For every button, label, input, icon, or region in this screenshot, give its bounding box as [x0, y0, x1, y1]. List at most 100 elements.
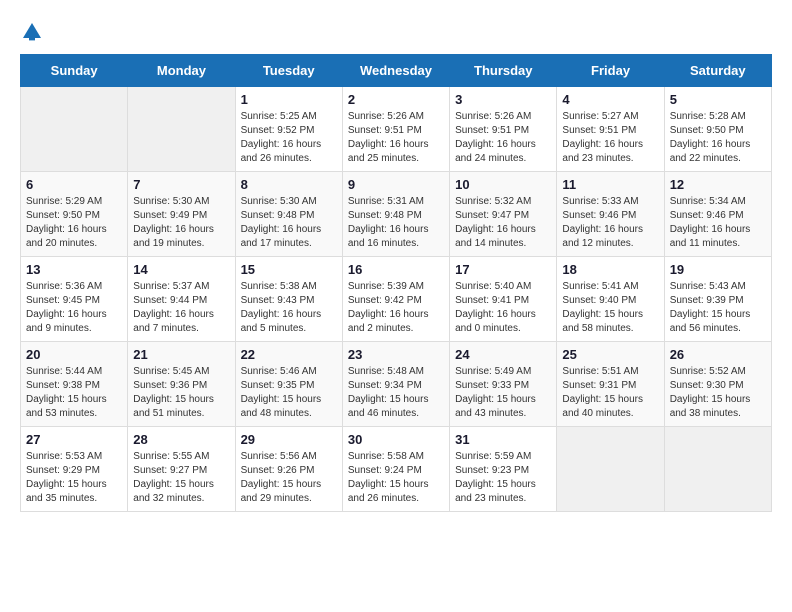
day-number: 27 [26, 432, 122, 447]
day-detail: Sunrise: 5:51 AM Sunset: 9:31 PM Dayligh… [562, 365, 658, 421]
calendar-cell: 23 Sunrise: 5:48 AM Sunset: 9:34 PM Dayli… [342, 342, 449, 427]
day-detail: Sunrise: 5:30 AM Sunset: 9:48 PM Dayligh… [241, 195, 337, 251]
day-number: 22 [241, 347, 337, 362]
calendar-cell: 25 Sunrise: 5:51 AM Sunset: 9:31 PM Dayli… [557, 342, 664, 427]
day-number: 9 [348, 177, 444, 192]
day-number: 28 [133, 432, 229, 447]
day-number: 5 [670, 92, 766, 107]
day-detail: Sunrise: 5:59 AM Sunset: 9:23 PM Dayligh… [455, 450, 551, 506]
calendar-cell: 5 Sunrise: 5:28 AM Sunset: 9:50 PM Daylig… [664, 87, 771, 172]
day-detail: Sunrise: 5:26 AM Sunset: 9:51 PM Dayligh… [348, 110, 444, 166]
day-number: 2 [348, 92, 444, 107]
week-row-2: 6 Sunrise: 5:29 AM Sunset: 9:50 PM Daylig… [21, 172, 772, 257]
day-detail: Sunrise: 5:32 AM Sunset: 9:47 PM Dayligh… [455, 195, 551, 251]
day-detail: Sunrise: 5:56 AM Sunset: 9:26 PM Dayligh… [241, 450, 337, 506]
calendar-cell: 11 Sunrise: 5:33 AM Sunset: 9:46 PM Dayli… [557, 172, 664, 257]
day-detail: Sunrise: 5:49 AM Sunset: 9:33 PM Dayligh… [455, 365, 551, 421]
calendar-cell: 12 Sunrise: 5:34 AM Sunset: 9:46 PM Dayli… [664, 172, 771, 257]
calendar-cell [128, 87, 235, 172]
day-detail: Sunrise: 5:34 AM Sunset: 9:46 PM Dayligh… [670, 195, 766, 251]
calendar-cell: 28 Sunrise: 5:55 AM Sunset: 9:27 PM Dayli… [128, 427, 235, 512]
day-detail: Sunrise: 5:38 AM Sunset: 9:43 PM Dayligh… [241, 280, 337, 336]
calendar-cell: 7Sunrise: 5:30 AM Sunset: 9:49 PM Daylig… [128, 172, 235, 257]
day-detail: Sunrise: 5:29 AM Sunset: 9:50 PM Dayligh… [26, 195, 122, 251]
day-detail: Sunrise: 5:27 AM Sunset: 9:51 PM Dayligh… [562, 110, 658, 166]
day-number: 1 [241, 92, 337, 107]
day-number: 26 [670, 347, 766, 362]
day-detail: Sunrise: 5:52 AM Sunset: 9:30 PM Dayligh… [670, 365, 766, 421]
day-number: 24 [455, 347, 551, 362]
day-detail: Sunrise: 5:31 AM Sunset: 9:48 PM Dayligh… [348, 195, 444, 251]
weekday-header-thursday: Thursday [450, 55, 557, 87]
calendar-cell: 14Sunrise: 5:37 AM Sunset: 9:44 PM Dayli… [128, 257, 235, 342]
generalblue-icon [20, 20, 44, 44]
calendar-cell: 26 Sunrise: 5:52 AM Sunset: 9:30 PM Dayli… [664, 342, 771, 427]
calendar-cell: 2 Sunrise: 5:26 AM Sunset: 9:51 PM Daylig… [342, 87, 449, 172]
day-number: 31 [455, 432, 551, 447]
calendar-cell [664, 427, 771, 512]
calendar-cell [21, 87, 128, 172]
day-number: 21 [133, 347, 229, 362]
calendar-cell: 1 Sunrise: 5:25 AM Sunset: 9:52 PM Daylig… [235, 87, 342, 172]
day-number: 13 [26, 262, 122, 277]
day-number: 4 [562, 92, 658, 107]
calendar-cell: 31 Sunrise: 5:59 AM Sunset: 9:23 PM Dayli… [450, 427, 557, 512]
day-detail: Sunrise: 5:33 AM Sunset: 9:46 PM Dayligh… [562, 195, 658, 251]
calendar-cell: 16 Sunrise: 5:39 AM Sunset: 9:42 PM Dayli… [342, 257, 449, 342]
week-row-5: 27 Sunrise: 5:53 AM Sunset: 9:29 PM Dayli… [21, 427, 772, 512]
day-detail: Sunrise: 5:28 AM Sunset: 9:50 PM Dayligh… [670, 110, 766, 166]
day-number: 8 [241, 177, 337, 192]
day-detail: Sunrise: 5:36 AM Sunset: 9:45 PM Dayligh… [26, 280, 122, 336]
day-detail: Sunrise: 5:26 AM Sunset: 9:51 PM Dayligh… [455, 110, 551, 166]
calendar-cell: 6 Sunrise: 5:29 AM Sunset: 9:50 PM Daylig… [21, 172, 128, 257]
weekday-header-sunday: Sunday [21, 55, 128, 87]
weekday-header-friday: Friday [557, 55, 664, 87]
week-row-4: 20Sunrise: 5:44 AM Sunset: 9:38 PM Dayli… [21, 342, 772, 427]
page-header [20, 20, 772, 44]
calendar-cell: 22 Sunrise: 5:46 AM Sunset: 9:35 PM Dayli… [235, 342, 342, 427]
day-number: 11 [562, 177, 658, 192]
day-detail: Sunrise: 5:58 AM Sunset: 9:24 PM Dayligh… [348, 450, 444, 506]
weekday-header-tuesday: Tuesday [235, 55, 342, 87]
calendar-cell: 4 Sunrise: 5:27 AM Sunset: 9:51 PM Daylig… [557, 87, 664, 172]
day-number: 16 [348, 262, 444, 277]
calendar-cell: 8 Sunrise: 5:30 AM Sunset: 9:48 PM Daylig… [235, 172, 342, 257]
calendar-cell: 18Sunrise: 5:41 AM Sunset: 9:40 PM Dayli… [557, 257, 664, 342]
day-detail: Sunrise: 5:39 AM Sunset: 9:42 PM Dayligh… [348, 280, 444, 336]
day-detail: Sunrise: 5:46 AM Sunset: 9:35 PM Dayligh… [241, 365, 337, 421]
calendar-cell: 19 Sunrise: 5:43 AM Sunset: 9:39 PM Dayli… [664, 257, 771, 342]
day-detail: Sunrise: 5:43 AM Sunset: 9:39 PM Dayligh… [670, 280, 766, 336]
weekday-header-saturday: Saturday [664, 55, 771, 87]
day-number: 30 [348, 432, 444, 447]
day-number: 23 [348, 347, 444, 362]
day-detail: Sunrise: 5:45 AM Sunset: 9:36 PM Dayligh… [133, 365, 229, 421]
calendar-cell: 10Sunrise: 5:32 AM Sunset: 9:47 PM Dayli… [450, 172, 557, 257]
day-number: 17 [455, 262, 551, 277]
day-detail: Sunrise: 5:25 AM Sunset: 9:52 PM Dayligh… [241, 110, 337, 166]
day-number: 25 [562, 347, 658, 362]
calendar-table: SundayMondayTuesdayWednesdayThursdayFrid… [20, 54, 772, 512]
day-number: 20 [26, 347, 122, 362]
day-number: 18 [562, 262, 658, 277]
day-detail: Sunrise: 5:55 AM Sunset: 9:27 PM Dayligh… [133, 450, 229, 506]
calendar-cell: 13 Sunrise: 5:36 AM Sunset: 9:45 PM Dayli… [21, 257, 128, 342]
day-number: 15 [241, 262, 337, 277]
calendar-cell: 29 Sunrise: 5:56 AM Sunset: 9:26 PM Dayli… [235, 427, 342, 512]
weekday-header-wednesday: Wednesday [342, 55, 449, 87]
calendar-cell: 9 Sunrise: 5:31 AM Sunset: 9:48 PM Daylig… [342, 172, 449, 257]
day-detail: Sunrise: 5:53 AM Sunset: 9:29 PM Dayligh… [26, 450, 122, 506]
day-number: 29 [241, 432, 337, 447]
day-number: 14 [133, 262, 229, 277]
calendar-cell: 27 Sunrise: 5:53 AM Sunset: 9:29 PM Dayli… [21, 427, 128, 512]
day-detail: Sunrise: 5:48 AM Sunset: 9:34 PM Dayligh… [348, 365, 444, 421]
day-number: 7 [133, 177, 229, 192]
day-detail: Sunrise: 5:40 AM Sunset: 9:41 PM Dayligh… [455, 280, 551, 336]
day-number: 19 [670, 262, 766, 277]
calendar-cell: 20Sunrise: 5:44 AM Sunset: 9:38 PM Dayli… [21, 342, 128, 427]
day-number: 12 [670, 177, 766, 192]
calendar-cell: 24 Sunrise: 5:49 AM Sunset: 9:33 PM Dayli… [450, 342, 557, 427]
day-number: 6 [26, 177, 122, 192]
logo [20, 20, 48, 44]
calendar-cell: 30 Sunrise: 5:58 AM Sunset: 9:24 PM Dayli… [342, 427, 449, 512]
week-row-3: 13 Sunrise: 5:36 AM Sunset: 9:45 PM Dayli… [21, 257, 772, 342]
